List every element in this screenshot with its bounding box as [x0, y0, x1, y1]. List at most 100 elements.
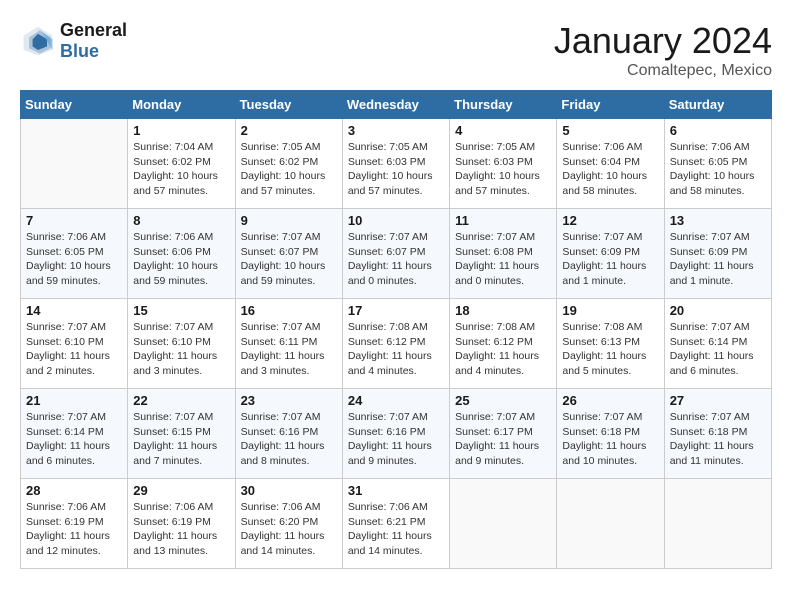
day-number: 3 [348, 123, 444, 138]
column-header-saturday: Saturday [664, 91, 771, 119]
day-info: Sunrise: 7:08 AM Sunset: 6:13 PM Dayligh… [562, 320, 658, 379]
day-info: Sunrise: 7:06 AM Sunset: 6:19 PM Dayligh… [133, 500, 229, 559]
day-number: 19 [562, 303, 658, 318]
calendar-cell: 5 Sunrise: 7:06 AM Sunset: 6:04 PM Daylig… [557, 119, 664, 209]
day-number: 4 [455, 123, 551, 138]
title-area: January 2024 Comaltepec, Mexico [554, 20, 772, 80]
calendar-cell: 13 Sunrise: 7:07 AM Sunset: 6:09 PM Dayli… [664, 209, 771, 299]
day-number: 5 [562, 123, 658, 138]
calendar-cell: 9Sunrise: 7:07 AM Sunset: 6:07 PM Daylig… [235, 209, 342, 299]
calendar-cell: 30 Sunrise: 7:06 AM Sunset: 6:20 PM Dayli… [235, 479, 342, 569]
calendar-cell: 17 Sunrise: 7:08 AM Sunset: 6:12 PM Dayli… [342, 299, 449, 389]
column-header-monday: Monday [128, 91, 235, 119]
day-number: 18 [455, 303, 551, 318]
day-number: 29 [133, 483, 229, 498]
day-info: Sunrise: 7:07 AM Sunset: 6:14 PM Dayligh… [670, 320, 766, 379]
day-number: 22 [133, 393, 229, 408]
day-info: Sunrise: 7:07 AM Sunset: 6:14 PM Dayligh… [26, 410, 122, 469]
day-number: 27 [670, 393, 766, 408]
day-info: Sunrise: 7:07 AM Sunset: 6:18 PM Dayligh… [562, 410, 658, 469]
week-row-2: 7Sunrise: 7:06 AM Sunset: 6:05 PM Daylig… [21, 209, 772, 299]
calendar-cell: 4 Sunrise: 7:05 AM Sunset: 6:03 PM Daylig… [450, 119, 557, 209]
calendar-cell: 19 Sunrise: 7:08 AM Sunset: 6:13 PM Dayli… [557, 299, 664, 389]
calendar-cell: 12 Sunrise: 7:07 AM Sunset: 6:09 PM Dayli… [557, 209, 664, 299]
day-info: Sunrise: 7:07 AM Sunset: 6:15 PM Dayligh… [133, 410, 229, 469]
logo-text: General Blue [60, 20, 127, 62]
day-number: 14 [26, 303, 122, 318]
day-info: Sunrise: 7:07 AM Sunset: 6:17 PM Dayligh… [455, 410, 551, 469]
day-info: Sunrise: 7:06 AM Sunset: 6:04 PM Dayligh… [562, 140, 658, 199]
day-info: Sunrise: 7:07 AM Sunset: 6:09 PM Dayligh… [670, 230, 766, 289]
calendar-cell: 22 Sunrise: 7:07 AM Sunset: 6:15 PM Dayli… [128, 389, 235, 479]
week-row-4: 21Sunrise: 7:07 AM Sunset: 6:14 PM Dayli… [21, 389, 772, 479]
day-info: Sunrise: 7:07 AM Sunset: 6:18 PM Dayligh… [670, 410, 766, 469]
week-row-3: 14 Sunrise: 7:07 AM Sunset: 6:10 PM Dayli… [21, 299, 772, 389]
day-info: Sunrise: 7:06 AM Sunset: 6:20 PM Dayligh… [241, 500, 337, 559]
calendar-cell: 14 Sunrise: 7:07 AM Sunset: 6:10 PM Dayli… [21, 299, 128, 389]
day-number: 12 [562, 213, 658, 228]
day-number: 13 [670, 213, 766, 228]
calendar-cell: 21Sunrise: 7:07 AM Sunset: 6:14 PM Dayli… [21, 389, 128, 479]
day-info: Sunrise: 7:04 AM Sunset: 6:02 PM Dayligh… [133, 140, 229, 199]
column-header-thursday: Thursday [450, 91, 557, 119]
calendar-table: SundayMondayTuesdayWednesdayThursdayFrid… [20, 90, 772, 569]
day-info: Sunrise: 7:08 AM Sunset: 6:12 PM Dayligh… [455, 320, 551, 379]
month-title: January 2024 [554, 20, 772, 62]
day-number: 30 [241, 483, 337, 498]
calendar-cell: 10 Sunrise: 7:07 AM Sunset: 6:07 PM Dayli… [342, 209, 449, 299]
calendar-cell [450, 479, 557, 569]
calendar-cell [21, 119, 128, 209]
day-info: Sunrise: 7:07 AM Sunset: 6:16 PM Dayligh… [348, 410, 444, 469]
day-number: 7 [26, 213, 122, 228]
calendar-header-row: SundayMondayTuesdayWednesdayThursdayFrid… [21, 91, 772, 119]
day-number: 17 [348, 303, 444, 318]
day-info: Sunrise: 7:05 AM Sunset: 6:03 PM Dayligh… [455, 140, 551, 199]
column-header-sunday: Sunday [21, 91, 128, 119]
day-number: 8 [133, 213, 229, 228]
calendar-cell: 8Sunrise: 7:06 AM Sunset: 6:06 PM Daylig… [128, 209, 235, 299]
day-info: Sunrise: 7:07 AM Sunset: 6:16 PM Dayligh… [241, 410, 337, 469]
day-info: Sunrise: 7:07 AM Sunset: 6:07 PM Dayligh… [348, 230, 444, 289]
day-number: 16 [241, 303, 337, 318]
day-info: Sunrise: 7:05 AM Sunset: 6:03 PM Dayligh… [348, 140, 444, 199]
day-number: 23 [241, 393, 337, 408]
calendar-cell: 16Sunrise: 7:07 AM Sunset: 6:11 PM Dayli… [235, 299, 342, 389]
logo: General Blue [20, 20, 127, 62]
calendar-cell: 7Sunrise: 7:06 AM Sunset: 6:05 PM Daylig… [21, 209, 128, 299]
calendar-cell: 31 Sunrise: 7:06 AM Sunset: 6:21 PM Dayli… [342, 479, 449, 569]
calendar-cell: 29 Sunrise: 7:06 AM Sunset: 6:19 PM Dayli… [128, 479, 235, 569]
logo-icon [20, 23, 56, 59]
day-info: Sunrise: 7:06 AM Sunset: 6:19 PM Dayligh… [26, 500, 122, 559]
day-info: Sunrise: 7:06 AM Sunset: 6:21 PM Dayligh… [348, 500, 444, 559]
week-row-1: 1 Sunrise: 7:04 AM Sunset: 6:02 PM Daylig… [21, 119, 772, 209]
page-header: General Blue January 2024 Comaltepec, Me… [20, 20, 772, 80]
column-header-tuesday: Tuesday [235, 91, 342, 119]
day-info: Sunrise: 7:07 AM Sunset: 6:10 PM Dayligh… [26, 320, 122, 379]
day-number: 25 [455, 393, 551, 408]
day-info: Sunrise: 7:07 AM Sunset: 6:08 PM Dayligh… [455, 230, 551, 289]
day-info: Sunrise: 7:06 AM Sunset: 6:05 PM Dayligh… [670, 140, 766, 199]
day-info: Sunrise: 7:05 AM Sunset: 6:02 PM Dayligh… [241, 140, 337, 199]
calendar-cell: 11Sunrise: 7:07 AM Sunset: 6:08 PM Dayli… [450, 209, 557, 299]
day-number: 24 [348, 393, 444, 408]
day-number: 2 [241, 123, 337, 138]
calendar-cell [557, 479, 664, 569]
day-number: 20 [670, 303, 766, 318]
calendar-cell: 23 Sunrise: 7:07 AM Sunset: 6:16 PM Dayli… [235, 389, 342, 479]
day-number: 9 [241, 213, 337, 228]
column-header-friday: Friday [557, 91, 664, 119]
day-number: 31 [348, 483, 444, 498]
calendar-cell: 1 Sunrise: 7:04 AM Sunset: 6:02 PM Daylig… [128, 119, 235, 209]
day-number: 6 [670, 123, 766, 138]
calendar-cell: 26 Sunrise: 7:07 AM Sunset: 6:18 PM Dayli… [557, 389, 664, 479]
day-number: 10 [348, 213, 444, 228]
week-row-5: 28Sunrise: 7:06 AM Sunset: 6:19 PM Dayli… [21, 479, 772, 569]
calendar-cell: 18 Sunrise: 7:08 AM Sunset: 6:12 PM Dayli… [450, 299, 557, 389]
day-info: Sunrise: 7:07 AM Sunset: 6:10 PM Dayligh… [133, 320, 229, 379]
day-info: Sunrise: 7:07 AM Sunset: 6:09 PM Dayligh… [562, 230, 658, 289]
day-number: 1 [133, 123, 229, 138]
day-info: Sunrise: 7:08 AM Sunset: 6:12 PM Dayligh… [348, 320, 444, 379]
day-number: 26 [562, 393, 658, 408]
location-title: Comaltepec, Mexico [554, 62, 772, 80]
day-number: 15 [133, 303, 229, 318]
